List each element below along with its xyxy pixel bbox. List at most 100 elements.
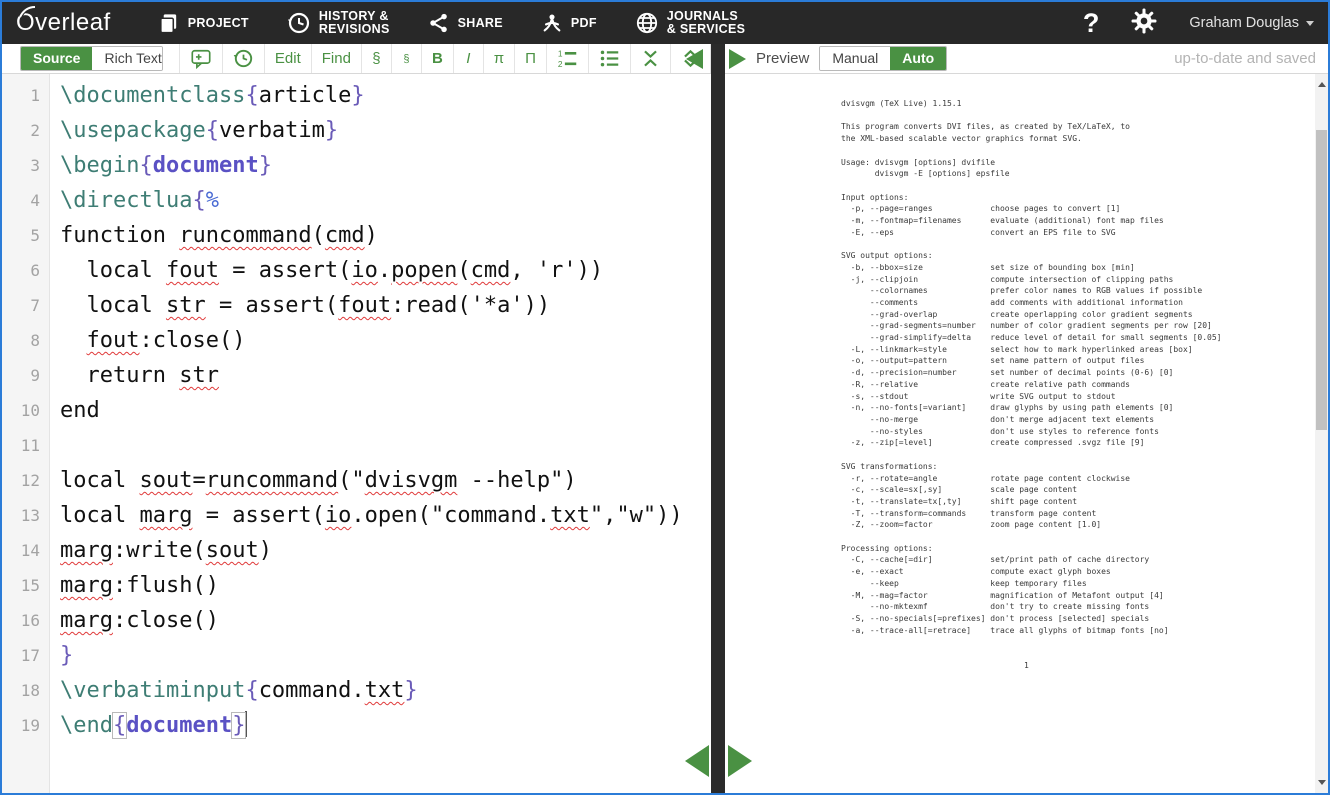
bullet-list-button[interactable]	[588, 44, 630, 73]
line-number: 12	[2, 463, 40, 498]
code-token: marg	[139, 503, 192, 528]
code-line[interactable]: \begin{document}	[50, 148, 711, 183]
auto-compile-button[interactable]: Auto	[890, 47, 946, 70]
code-token: io	[351, 258, 378, 283]
code-token: {	[245, 678, 258, 703]
code-token: :read('*a'))	[391, 293, 550, 318]
globe-icon	[635, 11, 659, 35]
pane-divider[interactable]	[711, 74, 725, 793]
add-comment-button[interactable]	[179, 44, 222, 73]
line-number: 6	[2, 253, 40, 288]
code-token: = assert(	[206, 293, 338, 318]
code-token: str	[166, 293, 206, 318]
line-number: 4	[2, 183, 40, 218]
pdf-preview: dvisvgm (TeX Live) 1.15.1 This program c…	[725, 74, 1328, 793]
code-token: dvisvgm	[365, 468, 458, 493]
code-token: sout	[206, 538, 259, 563]
code-line[interactable]	[50, 428, 711, 463]
subsection-button[interactable]: §	[391, 44, 421, 73]
collapse-editor-pane-button[interactable]	[686, 49, 703, 69]
code-line[interactable]: fout:close()	[50, 323, 711, 358]
user-menu[interactable]: Graham Douglas	[1189, 15, 1314, 31]
overleaf-logo[interactable]: Overleaf	[16, 9, 111, 37]
help-button[interactable]: ?	[1083, 10, 1100, 37]
menu-history-revisions[interactable]: HISTORY &REVISIONS	[287, 10, 390, 36]
code-line[interactable]: local fout = assert(io.popen(cmd, 'r'))	[50, 253, 711, 288]
menu-pdf[interactable]: PDF	[541, 12, 597, 34]
code-token: {	[113, 713, 126, 738]
manual-compile-button[interactable]: Manual	[820, 47, 890, 70]
code-line[interactable]: marg:close()	[50, 603, 711, 638]
code-token: \documentclass	[60, 83, 245, 108]
collapse-lines-button[interactable]	[630, 44, 670, 73]
code-token	[60, 328, 87, 353]
code-token: }	[232, 713, 245, 738]
pane-divider-top[interactable]	[711, 44, 725, 74]
edit-button[interactable]: Edit	[264, 44, 311, 73]
code-token: marg	[60, 608, 113, 633]
collapse-editor-bottom-button[interactable]	[685, 745, 709, 777]
section-button[interactable]: §	[361, 44, 391, 73]
code-token: .open("command.	[351, 503, 550, 528]
editor-buttons: Edit Find § § B I π Π 1 2	[179, 44, 711, 73]
leaf-icon	[18, 6, 36, 18]
code-line[interactable]: function runcommand(cmd)	[50, 218, 711, 253]
find-button[interactable]: Find	[311, 44, 361, 73]
expand-preview-bottom-button[interactable]	[728, 745, 752, 777]
code-token: }	[325, 118, 338, 143]
display-math-button[interactable]: Π	[514, 44, 546, 73]
code-line[interactable]: }	[50, 638, 711, 673]
collapse-vertical-icon	[641, 49, 660, 68]
inline-math-button[interactable]: π	[483, 44, 514, 73]
code-token: =	[192, 468, 205, 493]
bold-button[interactable]: B	[421, 44, 453, 73]
code-token: fout	[338, 293, 391, 318]
scroll-up-icon[interactable]	[1318, 82, 1326, 87]
code-line[interactable]: \documentclass{article}	[50, 78, 711, 113]
chevron-down-icon	[1306, 21, 1314, 26]
code-line[interactable]: marg:write(sout)	[50, 533, 711, 568]
line-number: 5	[2, 218, 40, 253]
top-navbar: Overleaf PROJECT HISTORY &REVISIONS	[2, 2, 1328, 44]
numbered-list-button[interactable]: 1 2	[546, 44, 588, 73]
code-line[interactable]: return str	[50, 358, 711, 393]
code-token: \verbatiminput	[60, 678, 245, 703]
code-token: ("	[338, 468, 365, 493]
code-lines: \documentclass{article}\usepackage{verba…	[50, 78, 711, 743]
italic-button[interactable]: I	[453, 44, 483, 73]
code-line[interactable]: local sout=runcommand("dvisvgm --help")	[50, 463, 711, 498]
code-line[interactable]: local str = assert(fout:read('*a'))	[50, 288, 711, 323]
track-changes-history-button[interactable]	[222, 44, 264, 73]
settings-button[interactable]	[1131, 8, 1157, 39]
code-token: (	[312, 223, 325, 248]
menu-share[interactable]: SHARE	[428, 12, 503, 34]
project-pages-icon	[157, 12, 180, 35]
line-number: 19	[2, 708, 40, 743]
code-line[interactable]: \verbatiminput{command.txt}	[50, 673, 711, 708]
code-line[interactable]: \usepackage{verbatim}	[50, 113, 711, 148]
code-line[interactable]: \end{document}	[50, 708, 711, 743]
code-line[interactable]: end	[50, 393, 711, 428]
source-tab[interactable]: Source	[21, 47, 92, 70]
pdf-scrollbar[interactable]	[1315, 74, 1328, 793]
scrollbar-thumb[interactable]	[1316, 130, 1327, 430]
code-line[interactable]: local marg = assert(io.open("command.txt…	[50, 498, 711, 533]
menu-project[interactable]: PROJECT	[157, 12, 249, 35]
rich-text-tab[interactable]: Rich Text	[92, 47, 162, 70]
line-number: 1	[2, 78, 40, 113]
code-line[interactable]: \directlua{%	[50, 183, 711, 218]
code-token: .	[378, 258, 391, 283]
code-token: local	[60, 293, 166, 318]
line-number: 16	[2, 603, 40, 638]
scroll-down-icon[interactable]	[1318, 780, 1326, 785]
code-token: txt	[550, 503, 590, 528]
line-number: 13	[2, 498, 40, 533]
line-number: 7	[2, 288, 40, 323]
code-token: \end	[60, 713, 113, 738]
menu-journals-services[interactable]: JOURNALS& SERVICES	[635, 10, 746, 36]
gear-icon	[1131, 8, 1157, 34]
code-token: local	[60, 468, 139, 493]
expand-preview-pane-button[interactable]	[729, 49, 746, 69]
code-line[interactable]: marg:flush()	[50, 568, 711, 603]
code-token: cmd	[325, 223, 365, 248]
